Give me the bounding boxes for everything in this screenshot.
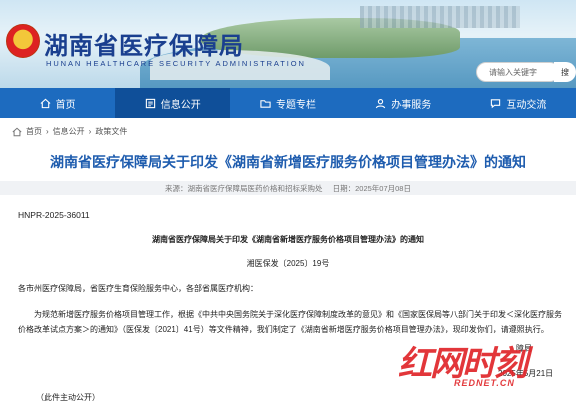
- folder-icon: [260, 99, 271, 108]
- nav-item-interaction[interactable]: 互动交流: [461, 88, 576, 118]
- document-body: 为规范新增医疗服务价格项目管理工作，根据《中共中央国务院关于深化医疗保障制度改革…: [18, 310, 562, 334]
- breadcrumb-separator: ›: [88, 127, 92, 136]
- national-emblem-icon: [6, 24, 40, 58]
- document-number: HNPR-2025-36011: [18, 210, 90, 220]
- home-icon: [40, 98, 51, 108]
- site-title[interactable]: 湖南省医疗保障局: [44, 26, 244, 61]
- breadcrumb-info[interactable]: 信息公开: [53, 126, 85, 137]
- nav-item-info[interactable]: 信息公开: [115, 88, 231, 118]
- nav-item-services[interactable]: 办事服务: [346, 88, 461, 118]
- search-button[interactable]: 搜: [554, 62, 576, 82]
- nav-item-label: 办事服务: [391, 99, 432, 111]
- article-source: 来源：湖南省医疗保障局医药价格和招标采购处: [165, 184, 323, 193]
- main-nav: 首页 信息公开 专题专栏 办事服务 互动交流: [0, 88, 576, 118]
- chat-icon: [491, 98, 501, 108]
- article-date: 日期：2025年07月08日: [332, 184, 411, 193]
- info-icon: [145, 98, 155, 108]
- article-title: 湖南省医疗保障局关于印发《湖南省新增医疗服务价格项目管理办法》的通知: [50, 154, 526, 170]
- watermark-url: REDNET.CN: [454, 378, 515, 388]
- search-input[interactable]: 请输入关键字: [476, 62, 560, 82]
- nav-item-label: 专题专栏: [276, 99, 316, 111]
- breadcrumb: 首页 › 信息公开 › 政策文件: [12, 126, 127, 137]
- rednet-watermark: 红网时刻 REDNET.CN: [398, 336, 558, 392]
- breadcrumb-policy[interactable]: 政策文件: [95, 126, 127, 137]
- breadcrumb-separator: ›: [46, 127, 49, 136]
- breadcrumb-home[interactable]: 首页: [26, 126, 42, 137]
- site-subtitle: HUNAN HEALTHCARE SECURITY ADMINISTRATION: [46, 59, 306, 68]
- document-title: 湖南省医疗保障局关于印发《湖南省新增医疗服务价格项目管理办法》的通知: [152, 235, 424, 244]
- article-meta: 来源：湖南省医疗保障局医药价格和招标采购处 日期：2025年07月08日: [0, 181, 576, 195]
- nav-item-label: 信息公开: [160, 99, 201, 111]
- document-reference: 湘医保发〔2025〕19号: [246, 259, 330, 268]
- banner-city-graphic: [360, 6, 520, 28]
- nav-item-label: 互动交流: [506, 99, 547, 111]
- disclosure-note: （此件主动公开）: [36, 393, 100, 402]
- document-recipients: 各市州医疗保障局，省医疗生育保险服务中心，各部省属医疗机构：: [18, 284, 258, 293]
- home-icon: [12, 127, 22, 136]
- user-icon: [376, 98, 386, 108]
- nav-item-label: 首页: [55, 99, 76, 111]
- nav-item-topics[interactable]: 专题专栏: [230, 88, 345, 118]
- nav-item-home[interactable]: 首页: [0, 88, 115, 118]
- header-banner: 湖南省医疗保障局 HUNAN HEALTHCARE SECURITY ADMIN…: [0, 0, 576, 88]
